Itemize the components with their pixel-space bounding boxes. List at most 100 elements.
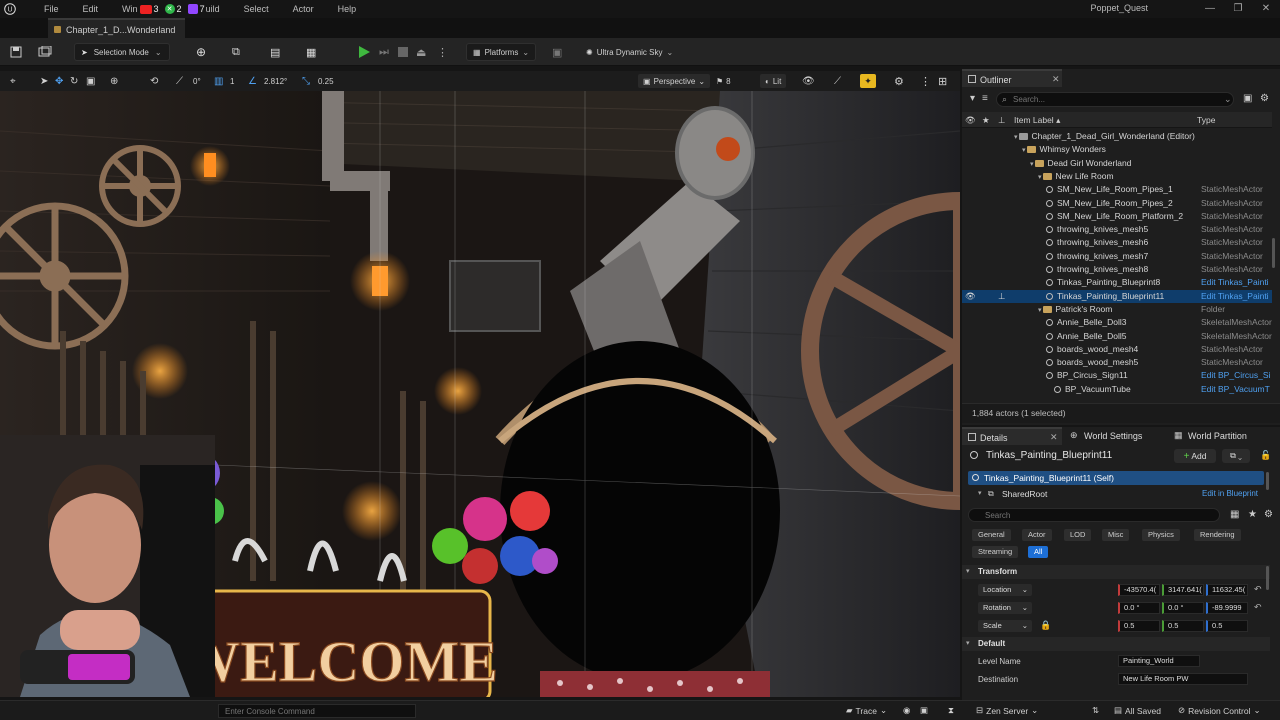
move-tool-icon[interactable]: ✥: [55, 74, 63, 88]
pin-icon[interactable]: ⊥: [998, 290, 1005, 303]
category-all[interactable]: All: [1028, 546, 1049, 558]
minimize-button[interactable]: —: [1196, 1, 1224, 17]
expand-arrow-icon[interactable]: ▾: [978, 489, 982, 497]
details-tab[interactable]: Details ✕: [962, 427, 1062, 445]
surface-snap-icon[interactable]: ⟲: [150, 74, 158, 88]
content-browser-icon[interactable]: [38, 43, 52, 61]
outliner-row[interactable]: boards_wood_mesh5 StaticMeshActor: [962, 356, 1272, 369]
category-actor[interactable]: Actor: [1022, 529, 1052, 541]
world-settings-tab[interactable]: ⊕ World Settings: [1070, 427, 1170, 445]
rotate-tool-icon[interactable]: ↻: [70, 74, 78, 88]
details-scrollbar[interactable]: [1266, 566, 1269, 590]
trace-dropdown[interactable]: ▰ Trace ⌄: [846, 705, 887, 716]
visibility-eye-icon[interactable]: 👁: [965, 290, 976, 303]
category-general[interactable]: General: [972, 529, 1011, 541]
eject-icon[interactable]: ⏏: [416, 43, 426, 61]
location-x-field[interactable]: -43570.4(: [1118, 584, 1160, 596]
outliner-row[interactable]: ▾ Chapter_1_Dead_Girl_Wonderland (Editor…: [962, 130, 1272, 143]
rotation-dropdown[interactable]: Rotation ⌄: [978, 602, 1032, 614]
outliner-row[interactable]: ▾ Dead Girl Wonderland: [962, 157, 1272, 170]
blueprint-options-dropdown[interactable]: ⧉ ⌄: [1222, 449, 1250, 463]
save-icon[interactable]: [10, 43, 22, 61]
platforms-dropdown[interactable]: ▦ Platforms ⌄: [466, 43, 536, 61]
property-matrix-icon[interactable]: ▦: [1230, 509, 1239, 520]
search-dropdown-icon[interactable]: ⌄: [1224, 94, 1232, 105]
cinematics-icon[interactable]: ▤: [270, 43, 280, 61]
scale-z-field[interactable]: 0.5: [1206, 620, 1248, 632]
unreal-logo-icon[interactable]: U: [0, 0, 20, 18]
scale-dropdown[interactable]: Scale ⌄: [978, 620, 1032, 632]
play-icon[interactable]: [358, 43, 370, 61]
zen-server-dropdown[interactable]: ⊟ Zen Server ⌄: [976, 705, 1038, 716]
world-space-icon[interactable]: ⊕: [110, 74, 118, 88]
play-options-icon[interactable]: ⋮: [437, 43, 448, 61]
menu-build[interactable]: uild: [205, 4, 232, 14]
outliner-row[interactable]: BP_VacuumTube Edit BP_VacuumT: [962, 383, 1272, 396]
reset-location-icon[interactable]: ↶: [1254, 584, 1262, 595]
outliner-row[interactable]: ▾ Whimsy Wonders: [962, 143, 1272, 156]
viewport-options-icon[interactable]: ⋮: [920, 74, 931, 88]
default-section-header[interactable]: ▾ Default: [962, 637, 1270, 651]
outliner-row[interactable]: throwing_knives_mesh5 StaticMeshActor: [962, 223, 1272, 236]
screenshot-icon[interactable]: ▣: [920, 705, 928, 716]
selection-mode-dropdown[interactable]: ➤ Selection Mode ⌄: [74, 43, 170, 61]
edit-blueprint-link[interactable]: Edit Tinkas_Painti: [1201, 290, 1269, 303]
menu-file[interactable]: File: [20, 4, 71, 14]
level-tab[interactable]: Chapter_1_D...Wonderland: [48, 18, 186, 38]
menu-window[interactable]: Win: [110, 4, 140, 14]
rotation-snap-value[interactable]: 2.812°: [264, 74, 287, 88]
close-tab-icon[interactable]: ✕: [1050, 432, 1058, 443]
category-lod[interactable]: LOD: [1064, 529, 1092, 541]
add-component-button[interactable]: + Add: [1174, 449, 1216, 463]
add-folder-icon[interactable]: ▣: [1243, 93, 1252, 104]
grid-snap-value[interactable]: 1: [230, 74, 234, 88]
category-rendering[interactable]: Rendering: [1194, 529, 1241, 541]
level-name-field[interactable]: Painting_World: [1118, 655, 1200, 667]
location-z-field[interactable]: 11632.45(: [1206, 584, 1248, 596]
build-icon[interactable]: ▦: [306, 43, 316, 61]
all-saved-button[interactable]: ▤ All Saved: [1114, 705, 1161, 716]
type-column[interactable]: Type: [1197, 113, 1215, 127]
outliner-row[interactable]: boards_wood_mesh4 StaticMeshActor: [962, 343, 1272, 356]
outliner-row[interactable]: SM_New_Life_Room_Platform_2 StaticMeshAct…: [962, 210, 1272, 223]
edit-blueprint-link[interactable]: Edit Tinkas_Painti: [1201, 276, 1269, 289]
category-streaming[interactable]: Streaming: [972, 546, 1019, 558]
blueprints-icon[interactable]: ⧉: [232, 43, 240, 61]
outliner-row[interactable]: Annie_Belle_Doll3 SkeletalMeshActor: [962, 316, 1272, 329]
transform-section-header[interactable]: ▾ Transform: [962, 565, 1270, 579]
revision-control-dropdown[interactable]: ⊘ Revision Control ⌄: [1178, 705, 1261, 716]
console-command-input[interactable]: [218, 704, 416, 718]
edit-blueprint-link[interactable]: Edit BP_VacuumT: [1201, 383, 1270, 396]
location-dropdown[interactable]: Location ⌄: [978, 584, 1032, 596]
pin-column-icon[interactable]: ⊥: [998, 113, 1005, 127]
rotation-snap-icon[interactable]: ∠: [248, 74, 257, 88]
component-self-row[interactable]: Tinkas_Painting_Blueprint11 (Self): [968, 471, 1264, 485]
world-partition-tab[interactable]: ▦ World Partition: [1174, 427, 1274, 445]
camera-speed-dropdown[interactable]: ⚑ 8: [716, 74, 731, 88]
outliner-search-input[interactable]: [996, 92, 1234, 107]
outliner-row[interactable]: throwing_knives_mesh6 StaticMeshActor: [962, 236, 1272, 249]
scale-snap-icon[interactable]: ⤡: [302, 74, 310, 88]
destination-field[interactable]: New Life Room PW: [1118, 673, 1248, 685]
angle-snap-icon[interactable]: ⟋: [176, 74, 183, 88]
derived-data-icon[interactable]: ⧗: [948, 705, 954, 716]
outliner-scrollbar[interactable]: [1272, 238, 1275, 268]
outliner-row[interactable]: throwing_knives_mesh8 StaticMeshActor: [962, 263, 1272, 276]
scale-x-field[interactable]: 0.5: [1118, 620, 1160, 632]
stop-icon[interactable]: [398, 43, 408, 61]
lock-icon[interactable]: 🔓: [1260, 450, 1271, 461]
game-view-icon[interactable]: ✦: [860, 74, 876, 88]
viewport-settings-icon[interactable]: ⚙: [894, 74, 904, 88]
outliner-row[interactable]: SM_New_Life_Room_Pipes_2 StaticMeshActor: [962, 197, 1272, 210]
edit-in-blueprint-link[interactable]: Edit in Blueprint: [1202, 489, 1258, 498]
category-physics[interactable]: Physics: [1142, 529, 1180, 541]
details-search-input[interactable]: [968, 508, 1220, 522]
ultra-dynamic-sky-dropdown[interactable]: ✺ Ultra Dynamic Sky ⌄: [586, 43, 673, 61]
realtime-icon[interactable]: ⟋: [834, 74, 841, 88]
outliner-tab[interactable]: Outliner ✕: [962, 69, 1062, 87]
record-icon[interactable]: ◉: [903, 705, 910, 716]
details-settings-icon[interactable]: ⚙: [1264, 509, 1273, 520]
menu-select[interactable]: Select: [232, 4, 281, 14]
source-status-icon[interactable]: ⇅: [1092, 705, 1099, 716]
add-actor-icon[interactable]: ⊕: [196, 43, 206, 61]
